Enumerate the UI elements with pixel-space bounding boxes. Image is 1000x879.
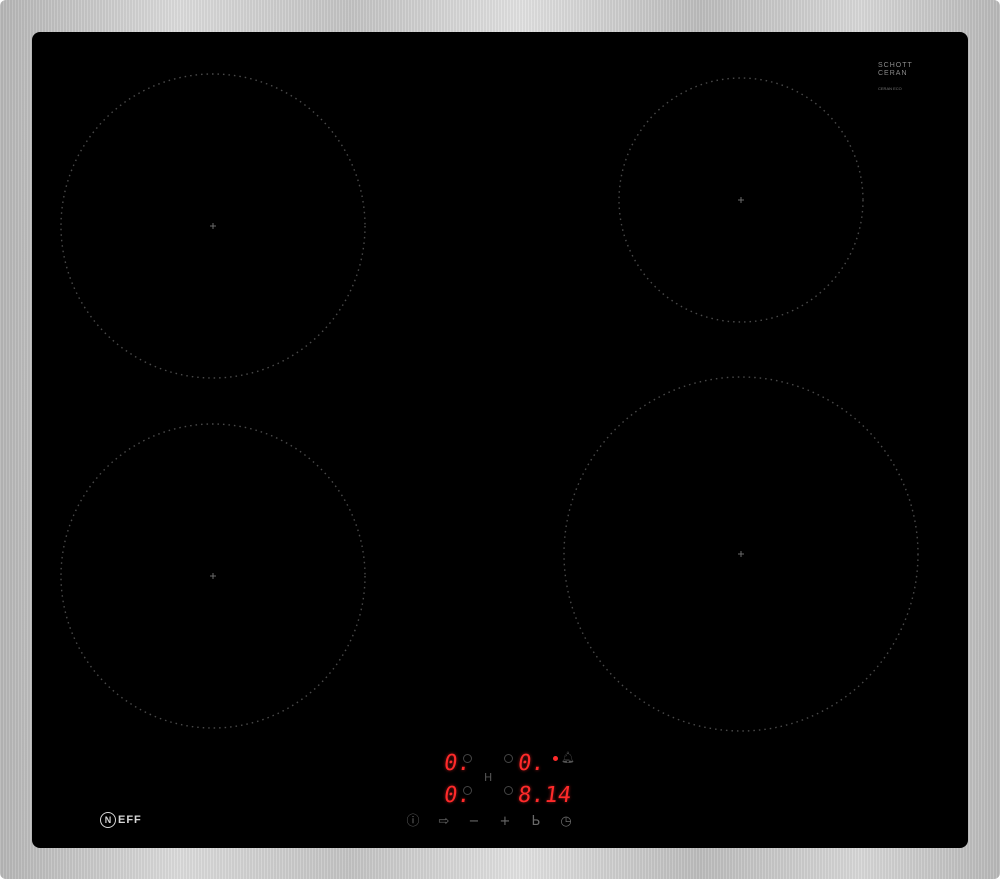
rear-left-zone-indicator[interactable] (463, 754, 472, 763)
child-lock-icon[interactable]: Ь (526, 814, 546, 830)
info-icon[interactable]: ⓘ (403, 814, 423, 830)
front-left-zone-indicator[interactable] (463, 786, 472, 795)
zone-center-mark (738, 197, 744, 203)
cooking-zones (60, 73, 919, 732)
timer-icon[interactable]: ◷ (556, 814, 576, 830)
neff-logo-letter: N (100, 812, 116, 828)
timer-active-dot (553, 756, 558, 761)
rear-right-zone-indicator[interactable] (504, 754, 513, 763)
minus-icon[interactable]: − (464, 814, 484, 830)
ceran-label: CERAN (878, 70, 908, 77)
zone-center-mark (738, 551, 744, 557)
neff-logo-word: EFF (118, 814, 142, 826)
hi-label: H (484, 771, 493, 784)
zone-select-icon[interactable]: ⇨ (434, 814, 454, 830)
rear-right-power-display: 0. (516, 751, 547, 776)
plus-icon[interactable]: + (495, 814, 515, 830)
neff-logo: N EFF (100, 812, 142, 828)
timer-display: 8.14 (516, 783, 573, 808)
schott-ceran-logo: SCHOTT CERAN CERAN ECO (878, 62, 913, 91)
schott-label: SCHOTT (878, 62, 913, 69)
zone-center-mark (210, 573, 216, 579)
ceran-small-label: CERAN ECO (878, 86, 902, 91)
zone-center-mark (210, 223, 216, 229)
alarm-bell-icon: 🔔︎ (561, 751, 575, 764)
front-right-zone-indicator[interactable] (504, 786, 513, 795)
